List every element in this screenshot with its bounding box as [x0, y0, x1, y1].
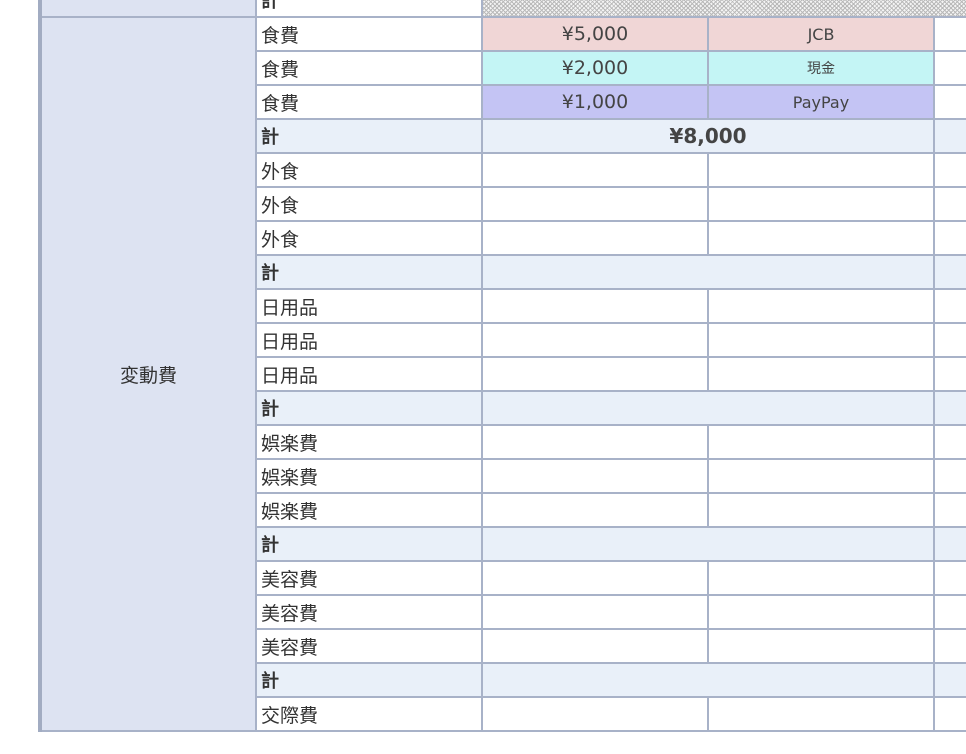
amount-cell[interactable]	[481, 560, 709, 596]
amount-cell[interactable]	[481, 322, 709, 358]
amount-cell[interactable]: ¥1,000	[481, 84, 709, 120]
category-label-cell[interactable]: 食費	[255, 16, 483, 52]
category-label-cell[interactable]: 外食	[255, 152, 483, 188]
amount-cell[interactable]	[481, 492, 709, 528]
extra-cell[interactable]	[932, 424, 966, 460]
payment-method-cell[interactable]: 現金	[707, 50, 935, 86]
payment-method-cell[interactable]	[707, 696, 935, 732]
extra-cell[interactable]	[932, 356, 966, 392]
extra-cell[interactable]	[932, 288, 966, 324]
hatched-cell	[480, 0, 966, 18]
total-amount-cell[interactable]	[481, 662, 935, 698]
category-label-cell[interactable]: 食費	[255, 50, 483, 86]
amount-cell[interactable]	[481, 186, 709, 222]
table-row: 計	[38, 0, 966, 18]
extra-cell[interactable]	[932, 390, 966, 426]
total-amount-cell[interactable]	[481, 254, 935, 290]
extra-cell[interactable]	[932, 628, 966, 664]
amount-cell[interactable]	[481, 594, 709, 630]
amount-cell[interactable]	[481, 696, 709, 732]
category-label-cell[interactable]: 娯楽費	[255, 424, 483, 460]
extra-cell[interactable]	[932, 84, 966, 120]
amount-cell[interactable]: ¥2,000	[481, 50, 709, 86]
payment-method-cell[interactable]	[707, 186, 935, 222]
extra-cell[interactable]	[932, 662, 966, 698]
category-label-cell[interactable]: 美容費	[255, 594, 483, 630]
table-row: 変動費 食費 ¥5,000 JCB	[38, 16, 966, 732]
amount-cell[interactable]	[481, 356, 709, 392]
total-amount-cell[interactable]: ¥8,000	[481, 118, 935, 154]
category-label-cell[interactable]: 交際費	[255, 696, 483, 732]
category-label-cell[interactable]: 外食	[255, 220, 483, 256]
total-label-cell[interactable]: 計	[255, 526, 483, 562]
payment-method-cell[interactable]	[707, 560, 935, 596]
amount-cell[interactable]: ¥5,000	[481, 16, 709, 52]
category-label-cell[interactable]: 娯楽費	[255, 458, 483, 494]
total-label-cell[interactable]: 計	[255, 662, 483, 698]
extra-cell[interactable]	[932, 594, 966, 630]
payment-method-cell[interactable]: JCB	[707, 16, 935, 52]
extra-cell[interactable]	[932, 560, 966, 596]
category-label-cell[interactable]: 外食	[255, 186, 483, 222]
amount-cell[interactable]	[481, 220, 709, 256]
payment-method-cell[interactable]	[707, 152, 935, 188]
payment-method-cell[interactable]	[707, 594, 935, 630]
total-label-cell[interactable]: 計	[255, 390, 483, 426]
group-label-cell[interactable]: 変動費	[38, 16, 257, 732]
category-label-cell[interactable]: 日用品	[255, 288, 483, 324]
amount-cell[interactable]	[481, 424, 709, 460]
payment-method-cell[interactable]	[707, 492, 935, 528]
extra-cell[interactable]	[932, 322, 966, 358]
extra-cell[interactable]	[932, 526, 966, 562]
amount-cell[interactable]	[481, 458, 709, 494]
payment-method-cell[interactable]	[707, 356, 935, 392]
category-label-cell[interactable]: 美容費	[255, 628, 483, 664]
payment-method-cell[interactable]	[707, 220, 935, 256]
extra-cell[interactable]	[932, 492, 966, 528]
amount-cell[interactable]	[481, 288, 709, 324]
category-label-cell[interactable]: 日用品	[255, 356, 483, 392]
group-cell-previous	[38, 0, 257, 18]
extra-cell[interactable]	[932, 696, 966, 732]
total-amount-cell[interactable]	[481, 390, 935, 426]
extra-cell[interactable]	[932, 118, 966, 154]
extra-cell[interactable]	[932, 16, 966, 52]
amount-cell[interactable]	[481, 152, 709, 188]
payment-method-cell[interactable]	[707, 288, 935, 324]
payment-method-cell[interactable]	[707, 458, 935, 494]
payment-method-cell[interactable]: PayPay	[707, 84, 935, 120]
payment-method-cell[interactable]	[707, 424, 935, 460]
category-label-cell[interactable]: 娯楽費	[255, 492, 483, 528]
extra-cell[interactable]	[932, 152, 966, 188]
row-label-cell[interactable]: 計	[255, 0, 483, 18]
payment-method-cell[interactable]	[707, 322, 935, 358]
total-label-cell[interactable]: 計	[255, 118, 483, 154]
extra-cell[interactable]	[932, 186, 966, 222]
extra-cell[interactable]	[932, 254, 966, 290]
category-label-cell[interactable]: 日用品	[255, 322, 483, 358]
total-amount-cell[interactable]	[481, 526, 935, 562]
category-label-cell[interactable]: 美容費	[255, 560, 483, 596]
amount-cell[interactable]	[481, 628, 709, 664]
total-label-cell[interactable]: 計	[255, 254, 483, 290]
budget-table: 計 変動費 食費 ¥5,000 JCB 食費 ¥2,000 現金 食費 ¥1,000 PayPay…	[38, 0, 966, 732]
extra-cell[interactable]	[932, 458, 966, 494]
payment-method-cell[interactable]	[707, 628, 935, 664]
budget-sheet: 計 変動費 食費 ¥5,000 JCB 食費 ¥2,000 現金 食費 ¥1,000 PayPay…	[38, 0, 966, 732]
extra-cell[interactable]	[932, 220, 966, 256]
category-label-cell[interactable]: 食費	[255, 84, 483, 120]
extra-cell[interactable]	[932, 50, 966, 86]
